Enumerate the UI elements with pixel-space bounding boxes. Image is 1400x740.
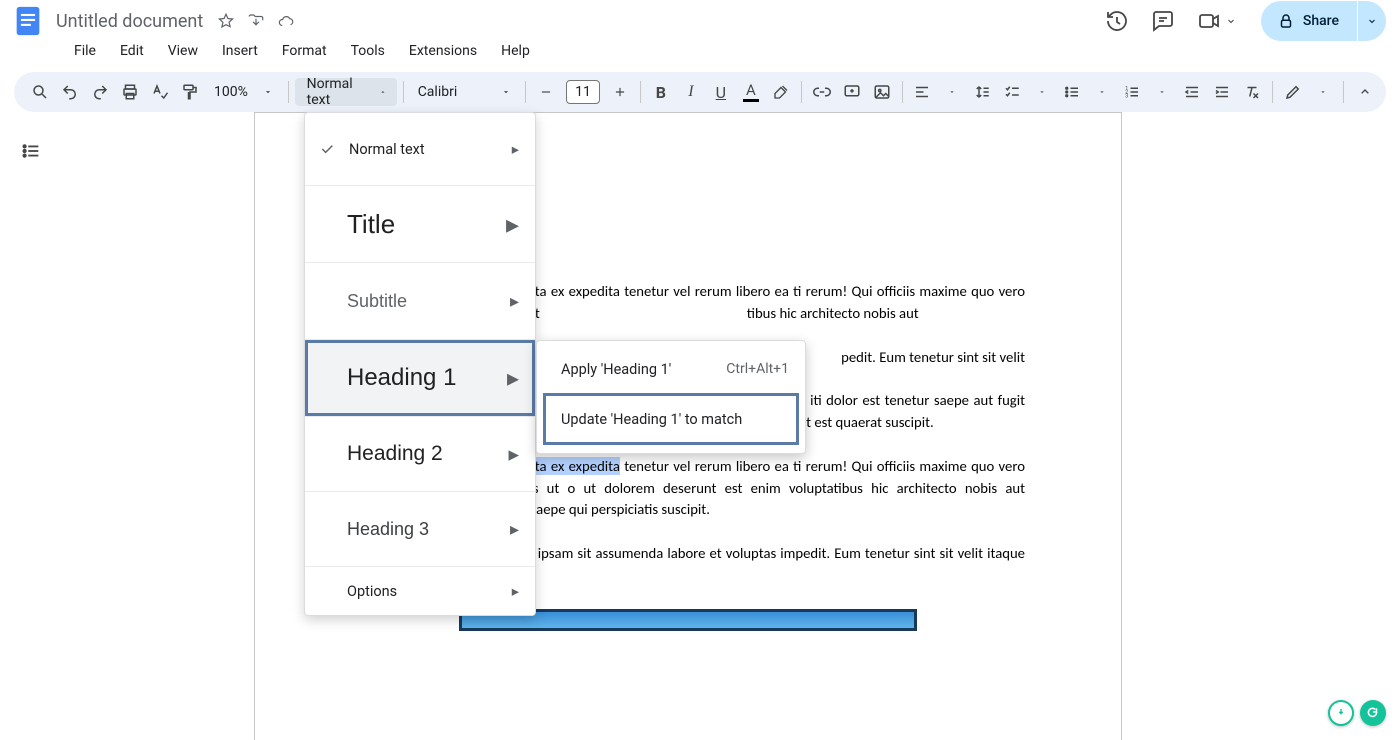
heading-1-submenu: Apply 'Heading 1' Ctrl+Alt+1 Update 'Hea… bbox=[536, 340, 806, 454]
paragraph-style-dropdown[interactable]: Normal text bbox=[295, 78, 397, 106]
grammarly-badge-outline-icon[interactable] bbox=[1328, 700, 1354, 726]
spellcheck-icon[interactable] bbox=[146, 78, 174, 106]
style-label: Heading 2 bbox=[347, 442, 443, 466]
style-option-normal-text[interactable]: Normal text ▸ bbox=[305, 113, 535, 185]
style-label: Options bbox=[347, 583, 397, 600]
text-color-button[interactable]: A bbox=[737, 78, 765, 106]
search-menu-icon[interactable] bbox=[26, 78, 54, 106]
chevron-right-icon: ▸ bbox=[506, 209, 519, 240]
share-button[interactable]: Share bbox=[1261, 1, 1357, 41]
style-option-subtitle[interactable]: Subtitle ▸ bbox=[305, 263, 535, 339]
style-label: Title bbox=[347, 209, 395, 240]
doc-title-input[interactable]: Untitled document bbox=[56, 11, 203, 32]
chevron-right-icon: ▸ bbox=[507, 364, 519, 393]
clear-formatting-icon[interactable] bbox=[1238, 78, 1266, 106]
menubar: File Edit View Insert Format Tools Exten… bbox=[0, 36, 1400, 66]
share-label: Share bbox=[1303, 13, 1339, 29]
apply-heading-1[interactable]: Apply 'Heading 1' Ctrl+Alt+1 bbox=[537, 347, 805, 391]
lock-icon bbox=[1277, 12, 1295, 30]
outline-icon[interactable] bbox=[20, 140, 42, 162]
menu-view[interactable]: View bbox=[158, 39, 208, 63]
menu-file[interactable]: File bbox=[64, 39, 106, 63]
checklist-icon[interactable] bbox=[998, 78, 1026, 106]
editing-mode-icon[interactable] bbox=[1279, 78, 1307, 106]
cloud-status-icon[interactable] bbox=[277, 12, 295, 30]
chevron-right-icon: ▸ bbox=[512, 583, 519, 600]
chevron-right-icon: ▸ bbox=[510, 519, 519, 540]
style-option-title[interactable]: Title ▸ bbox=[305, 186, 535, 262]
comments-icon[interactable] bbox=[1151, 9, 1175, 33]
line-spacing-icon[interactable] bbox=[968, 78, 996, 106]
svg-text:3: 3 bbox=[1126, 93, 1129, 99]
caret-down-icon[interactable] bbox=[1088, 78, 1116, 106]
move-icon[interactable] bbox=[247, 12, 265, 30]
style-label: Subtitle bbox=[347, 291, 407, 312]
chevron-right-icon: ▸ bbox=[508, 442, 519, 467]
italic-button[interactable]: I bbox=[677, 78, 705, 106]
caret-down-icon bbox=[1366, 15, 1378, 27]
print-icon[interactable] bbox=[116, 78, 144, 106]
menu-format[interactable]: Format bbox=[272, 39, 337, 63]
update-heading-1-to-match[interactable]: Update 'Heading 1' to match bbox=[545, 395, 797, 443]
style-option-heading-1[interactable]: Heading 1 ▸ bbox=[305, 340, 535, 416]
grammarly-badge-icon[interactable] bbox=[1360, 700, 1386, 726]
star-icon[interactable] bbox=[217, 12, 235, 30]
paint-format-icon[interactable] bbox=[176, 78, 204, 106]
style-label: Heading 3 bbox=[347, 519, 429, 540]
menu-help[interactable]: Help bbox=[491, 39, 540, 63]
menu-edit[interactable]: Edit bbox=[110, 39, 154, 63]
underline-button[interactable]: U bbox=[707, 78, 735, 106]
redo-icon[interactable] bbox=[86, 78, 114, 106]
meet-button[interactable] bbox=[1197, 9, 1237, 33]
caret-down-icon bbox=[501, 87, 511, 97]
zoom-dropdown[interactable]: 100% bbox=[206, 84, 252, 100]
bulleted-list-icon[interactable] bbox=[1058, 78, 1086, 106]
numbered-list-icon[interactable]: 123 bbox=[1118, 78, 1146, 106]
align-dropdown[interactable] bbox=[908, 78, 936, 106]
style-label: Heading 1 bbox=[347, 364, 456, 392]
docs-logo-icon[interactable] bbox=[8, 1, 48, 41]
font-family-dropdown[interactable]: Calibri bbox=[410, 84, 520, 100]
highlight-button[interactable] bbox=[767, 78, 795, 106]
collapse-toolbar-icon[interactable] bbox=[1352, 76, 1378, 108]
submenu-label: Update 'Heading 1' to match bbox=[561, 411, 742, 428]
chevron-right-icon: ▸ bbox=[512, 141, 519, 158]
share-caret-button[interactable] bbox=[1358, 1, 1386, 41]
caret-up-icon bbox=[379, 87, 387, 97]
style-options[interactable]: Options ▸ bbox=[305, 567, 535, 615]
chevron-right-icon: ▸ bbox=[510, 291, 519, 312]
insert-image-icon[interactable] bbox=[868, 78, 896, 106]
check-icon bbox=[319, 141, 335, 157]
font-size-input[interactable]: 11 bbox=[566, 80, 600, 104]
toolbar: 100% Normal text Calibri 11 B I U A 123 bbox=[14, 72, 1386, 112]
shortcut-label: Ctrl+Alt+1 bbox=[726, 361, 789, 377]
menu-extensions[interactable]: Extensions bbox=[399, 39, 487, 63]
menu-insert[interactable]: Insert bbox=[212, 39, 268, 63]
caret-down-icon[interactable] bbox=[1028, 78, 1056, 106]
style-option-heading-3[interactable]: Heading 3 ▸ bbox=[305, 492, 535, 566]
insert-comment-icon[interactable] bbox=[838, 78, 866, 106]
caret-down-icon bbox=[1225, 15, 1237, 27]
undo-icon[interactable] bbox=[56, 78, 84, 106]
font-size-increase[interactable] bbox=[606, 78, 634, 106]
paragraph-styles-menu: Normal text ▸ Title ▸ Subtitle ▸ Heading… bbox=[304, 112, 536, 616]
insert-link-icon[interactable] bbox=[808, 78, 836, 106]
indent-increase-icon[interactable] bbox=[1208, 78, 1236, 106]
caret-down-icon[interactable] bbox=[1148, 78, 1176, 106]
submenu-label: Apply 'Heading 1' bbox=[561, 361, 671, 378]
font-size-decrease[interactable] bbox=[532, 78, 560, 106]
caret-down-icon[interactable] bbox=[1309, 78, 1337, 106]
bold-button[interactable]: B bbox=[647, 78, 675, 106]
menu-tools[interactable]: Tools bbox=[341, 39, 395, 63]
style-option-heading-2[interactable]: Heading 2 ▸ bbox=[305, 417, 535, 491]
style-label: Normal text bbox=[349, 141, 425, 158]
font-family-label: Calibri bbox=[418, 84, 458, 100]
caret-down-icon[interactable] bbox=[254, 78, 282, 106]
caret-down-icon[interactable] bbox=[938, 78, 966, 106]
history-icon[interactable] bbox=[1105, 9, 1129, 33]
indent-decrease-icon[interactable] bbox=[1178, 78, 1206, 106]
paragraph-style-label: Normal text bbox=[307, 76, 363, 108]
